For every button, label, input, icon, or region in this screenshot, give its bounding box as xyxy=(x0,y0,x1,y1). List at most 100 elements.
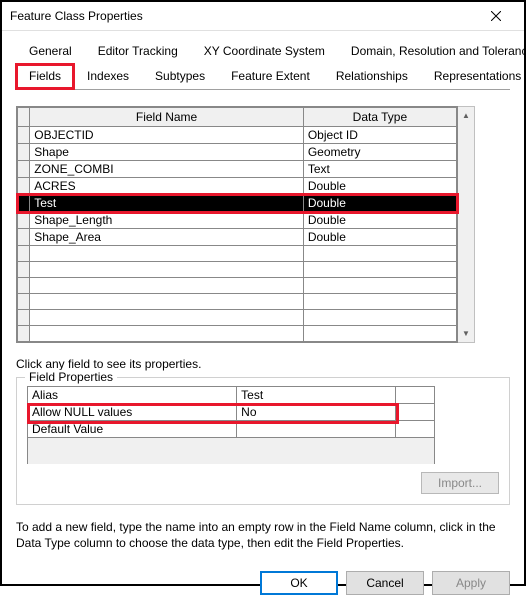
tab-subtypes[interactable]: Subtypes xyxy=(142,64,218,89)
col-header-field-name[interactable]: Field Name xyxy=(30,108,304,127)
data-type-cell[interactable]: Double xyxy=(303,195,456,212)
fields-grid-wrap: Field Name Data Type OBJECTIDObject IDSh… xyxy=(16,106,510,343)
field-properties-grid[interactable]: AliasTestAllow NULL valuesNoDefault Valu… xyxy=(27,386,499,464)
data-type-cell[interactable] xyxy=(303,294,456,310)
field-name-cell[interactable]: Shape_Length xyxy=(30,212,304,229)
window-title: Feature Class Properties xyxy=(10,9,476,23)
row-header[interactable] xyxy=(18,310,30,326)
scroll-down-arrow-icon[interactable]: ▼ xyxy=(458,325,474,342)
table-row[interactable] xyxy=(18,262,457,278)
titlebar: Feature Class Properties xyxy=(2,2,524,31)
field-name-cell[interactable] xyxy=(30,326,304,342)
tab-feature-extent[interactable]: Feature Extent xyxy=(218,64,323,89)
help-text: To add a new field, type the name into a… xyxy=(16,519,510,551)
dialog-window: Feature Class Properties GeneralEditor T… xyxy=(0,0,526,586)
hint-text: Click any field to see its properties. xyxy=(16,357,510,371)
row-header[interactable] xyxy=(18,195,30,212)
close-button[interactable] xyxy=(476,2,516,30)
data-type-cell[interactable] xyxy=(303,310,456,326)
fields-grid[interactable]: Field Name Data Type OBJECTIDObject IDSh… xyxy=(16,106,458,343)
prop-name-cell[interactable]: Default Value xyxy=(28,421,237,438)
dialog-content: GeneralEditor TrackingXY Coordinate Syst… xyxy=(2,31,524,561)
table-row[interactable]: ShapeGeometry xyxy=(18,144,457,161)
table-row[interactable] xyxy=(18,326,457,342)
data-type-cell[interactable] xyxy=(303,326,456,342)
scroll-up-arrow-icon[interactable]: ▲ xyxy=(458,107,474,124)
field-name-cell[interactable]: Test xyxy=(30,195,304,212)
prop-row[interactable]: AliasTest xyxy=(28,387,435,404)
data-type-cell[interactable] xyxy=(303,246,456,262)
field-name-cell[interactable]: Shape_Area xyxy=(30,229,304,246)
row-header[interactable] xyxy=(18,229,30,246)
row-header-blank xyxy=(18,108,30,127)
cancel-button[interactable]: Cancel xyxy=(346,571,424,595)
field-name-cell[interactable] xyxy=(30,310,304,326)
field-properties-legend: Field Properties xyxy=(25,370,117,384)
prop-row[interactable]: Default Value xyxy=(28,421,435,438)
field-name-cell[interactable] xyxy=(30,262,304,278)
row-header[interactable] xyxy=(18,144,30,161)
row-header[interactable] xyxy=(18,161,30,178)
prop-value-cell[interactable]: Test xyxy=(237,387,396,404)
field-properties-group: Field Properties AliasTestAllow NULL val… xyxy=(16,377,510,505)
col-header-data-type[interactable]: Data Type xyxy=(303,108,456,127)
row-header[interactable] xyxy=(18,212,30,229)
scroll-track[interactable] xyxy=(458,124,474,325)
table-row[interactable] xyxy=(18,310,457,326)
prop-value-cell[interactable]: No xyxy=(237,404,396,421)
prop-name-cell[interactable]: Allow NULL values xyxy=(28,404,237,421)
table-row[interactable]: Shape_LengthDouble xyxy=(18,212,457,229)
table-row[interactable] xyxy=(18,246,457,262)
tab-relationships[interactable]: Relationships xyxy=(323,64,421,89)
row-header[interactable] xyxy=(18,178,30,195)
data-type-cell[interactable]: Object ID xyxy=(303,127,456,144)
prop-extra-cell xyxy=(396,421,435,438)
prop-extra-cell xyxy=(396,404,435,421)
table-row[interactable] xyxy=(18,278,457,294)
field-name-cell[interactable]: ACRES xyxy=(30,178,304,195)
prop-name-cell[interactable]: Alias xyxy=(28,387,237,404)
row-header[interactable] xyxy=(18,127,30,144)
row-header[interactable] xyxy=(18,278,30,294)
ok-button[interactable]: OK xyxy=(260,571,338,595)
import-button[interactable]: Import... xyxy=(421,472,499,494)
tab-representations[interactable]: Representations xyxy=(421,64,526,89)
data-type-cell[interactable]: Double xyxy=(303,212,456,229)
prop-extra-cell xyxy=(396,387,435,404)
data-type-cell[interactable] xyxy=(303,262,456,278)
prop-value-cell[interactable] xyxy=(237,421,396,438)
field-name-cell[interactable] xyxy=(30,294,304,310)
tab-domain-resolution-and-tolerance[interactable]: Domain, Resolution and Tolerance xyxy=(338,39,526,63)
data-type-cell[interactable]: Geometry xyxy=(303,144,456,161)
apply-button[interactable]: Apply xyxy=(432,571,510,595)
dialog-button-row: OK Cancel Apply xyxy=(2,561,524,609)
table-row[interactable]: ZONE_COMBIText xyxy=(18,161,457,178)
row-header[interactable] xyxy=(18,294,30,310)
data-type-cell[interactable] xyxy=(303,278,456,294)
row-header[interactable] xyxy=(18,326,30,342)
tab-general[interactable]: General xyxy=(16,39,85,63)
tab-fields[interactable]: Fields xyxy=(16,64,74,89)
vertical-scrollbar[interactable]: ▲ ▼ xyxy=(458,106,475,343)
field-name-cell[interactable]: ZONE_COMBI xyxy=(30,161,304,178)
field-name-cell[interactable]: OBJECTID xyxy=(30,127,304,144)
tab-strip: GeneralEditor TrackingXY Coordinate Syst… xyxy=(16,39,510,90)
table-row[interactable]: OBJECTIDObject ID xyxy=(18,127,457,144)
tab-editor-tracking[interactable]: Editor Tracking xyxy=(85,39,191,63)
table-row[interactable]: Shape_AreaDouble xyxy=(18,229,457,246)
field-name-cell[interactable] xyxy=(30,246,304,262)
tab-indexes[interactable]: Indexes xyxy=(74,64,142,89)
table-row[interactable]: ACRESDouble xyxy=(18,178,457,195)
table-row[interactable]: TestDouble xyxy=(18,195,457,212)
table-row[interactable] xyxy=(18,294,457,310)
data-type-cell[interactable]: Text xyxy=(303,161,456,178)
row-header[interactable] xyxy=(18,246,30,262)
data-type-cell[interactable]: Double xyxy=(303,229,456,246)
prop-row[interactable]: Allow NULL valuesNo xyxy=(28,404,435,421)
field-name-cell[interactable] xyxy=(30,278,304,294)
data-type-cell[interactable]: Double xyxy=(303,178,456,195)
close-icon xyxy=(491,11,501,21)
tab-xy-coordinate-system[interactable]: XY Coordinate System xyxy=(191,39,338,63)
row-header[interactable] xyxy=(18,262,30,278)
field-name-cell[interactable]: Shape xyxy=(30,144,304,161)
